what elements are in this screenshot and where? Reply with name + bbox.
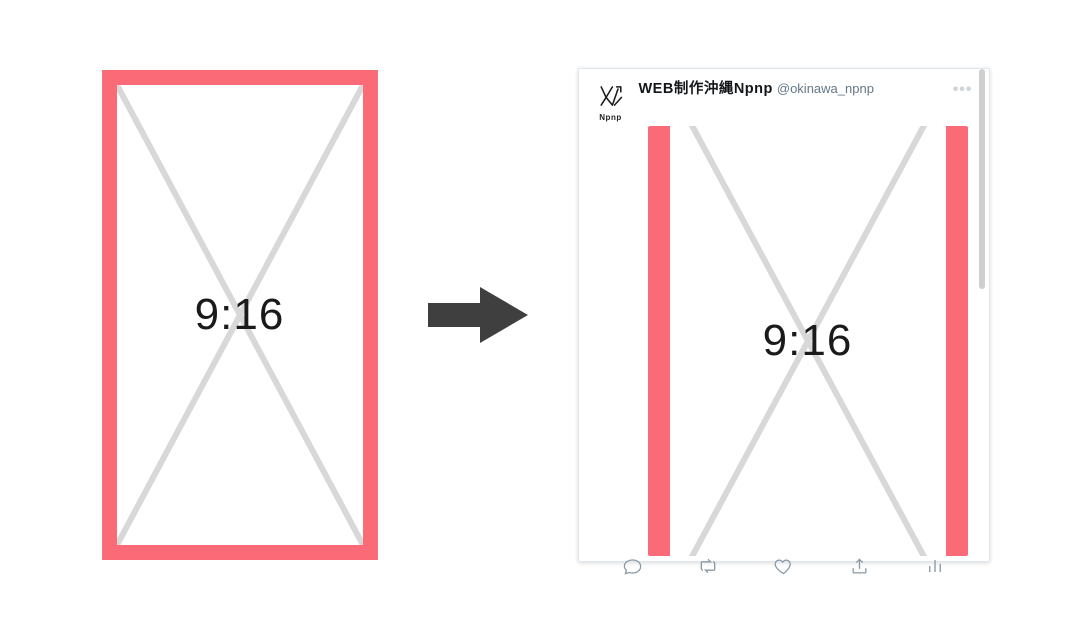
arrow-right-icon	[428, 285, 528, 345]
avatar-label: Npnp	[599, 113, 621, 122]
handle: @okinawa_npnp	[777, 80, 874, 98]
aspect-ratio-label: 9:16	[195, 290, 285, 340]
cropped-inner: 9:16	[670, 126, 946, 556]
crop-border-right	[946, 126, 968, 556]
tweet-name-block[interactable]: WEB制作沖縄Npnp @okinawa_npnp	[639, 79, 937, 98]
retweet-icon[interactable]	[698, 556, 718, 576]
tweet-actions	[579, 556, 989, 576]
analytics-icon[interactable]	[925, 556, 945, 576]
tweet-header: Npnp WEB制作沖縄Npnp @okinawa_npnp •••	[579, 69, 989, 126]
twitter-post-card: Npnp WEB制作沖縄Npnp @okinawa_npnp ••• 9:16	[578, 68, 990, 562]
reply-icon[interactable]	[622, 556, 642, 576]
cropped-image-preview[interactable]: 9:16	[648, 126, 968, 556]
avatar-logo-icon	[597, 82, 625, 110]
like-icon[interactable]	[773, 556, 793, 576]
more-options-icon[interactable]: •••	[947, 79, 979, 101]
tweet-body: 9:16	[579, 126, 989, 556]
share-icon[interactable]	[849, 556, 869, 576]
crop-border-left	[648, 126, 670, 556]
aspect-ratio-label-cropped: 9:16	[763, 316, 853, 366]
display-name: WEB制作沖縄Npnp	[639, 80, 773, 98]
original-image-9-16: 9:16	[102, 70, 378, 560]
avatar-block[interactable]: Npnp	[593, 79, 629, 122]
avatar[interactable]	[594, 79, 627, 112]
image-inner: 9:16	[117, 85, 363, 545]
